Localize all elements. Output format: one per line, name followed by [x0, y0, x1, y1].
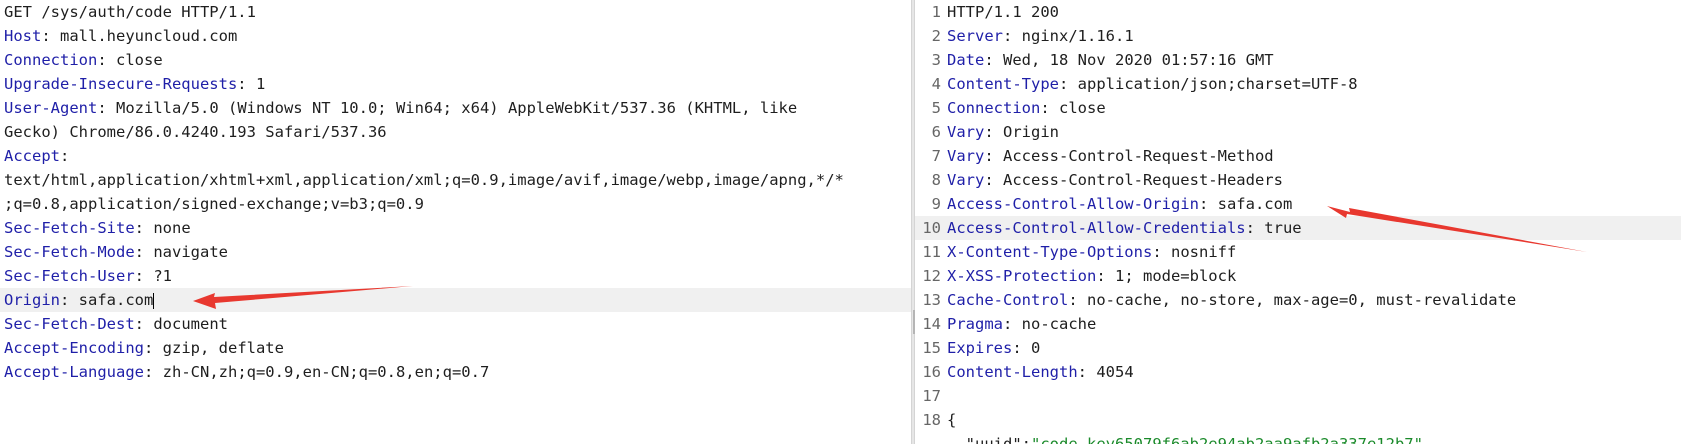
response-header-x-xss-protection: 12 X-XSS-Protection: 1; mode=block: [915, 264, 1681, 288]
response-body-partial: "uuid":"code-key65079f6ab2e94ab2aa9afb2a…: [947, 435, 1423, 444]
header-user-agent: User-Agent: Mozilla/5.0 (Windows NT 10.0…: [4, 99, 798, 117]
line-number: 13: [922, 291, 941, 309]
response-status-line: 1 HTTP/1.1 200: [915, 0, 1681, 24]
response-header-x-content-type-options: 11 X-Content-Type-Options: nosniff: [915, 240, 1681, 264]
header-origin: Origin: safa.com: [0, 288, 911, 312]
line-number: 8: [931, 171, 941, 189]
header-connection: Connection: close: [4, 51, 163, 69]
line-number: 10: [922, 219, 941, 237]
header-accept: Accept:: [4, 147, 70, 165]
response-header-cache-control: 13 Cache-Control: no-cache, no-store, max…: [915, 288, 1681, 312]
request-text[interactable]: GET /sys/auth/code HTTP/1.1 Host: mall.h…: [0, 0, 911, 384]
line-number: 4: [931, 75, 941, 93]
response-viewer[interactable]: 1 HTTP/1.1 200 2 Server: nginx/1.16.1 3 Dat…: [915, 0, 1681, 444]
line-number: 18: [922, 411, 941, 429]
header-accept-continued-2: ;q=0.8,application/signed-exchange;v=b3;…: [4, 195, 424, 213]
response-header-vary-origin: 6 Vary: Origin: [915, 120, 1681, 144]
header-sec-fetch-user: Sec-Fetch-User: ?1: [4, 267, 172, 285]
response-header-expires: 15 Expires: 0: [915, 336, 1681, 360]
line-number: 17: [922, 387, 941, 405]
response-header-pragma: 14 Pragma: no-cache: [915, 312, 1681, 336]
line-number: 16: [922, 363, 941, 381]
header-host: Host: mall.heyuncloud.com: [4, 27, 238, 45]
response-header-server: 2 Server: nginx/1.16.1: [915, 24, 1681, 48]
request-editor[interactable]: GET /sys/auth/code HTTP/1.1 Host: mall.h…: [0, 0, 911, 444]
response-header-acao: 9 Access-Control-Allow-Origin: safa.com: [915, 192, 1681, 216]
line-number: 2: [931, 27, 941, 45]
line-number: 3: [931, 51, 941, 69]
line-number: 11: [922, 243, 941, 261]
response-blank-line: 17: [915, 384, 1681, 408]
line-number: 9: [931, 195, 941, 213]
header-sec-fetch-mode: Sec-Fetch-Mode: navigate: [4, 243, 228, 261]
request-line: GET /sys/auth/code HTTP/1.1: [4, 3, 256, 21]
text-cursor: [153, 292, 155, 309]
response-body-open: 18{: [915, 408, 1681, 432]
line-number: 12: [922, 267, 941, 285]
header-sec-fetch-site: Sec-Fetch-Site: none: [4, 219, 191, 237]
line-number: 6: [931, 123, 941, 141]
response-text[interactable]: 1 HTTP/1.1 200 2 Server: nginx/1.16.1 3 Dat…: [915, 0, 1681, 444]
response-header-vary-method: 7 Vary: Access-Control-Request-Method: [915, 144, 1681, 168]
header-user-agent-continued: Gecko) Chrome/86.0.4240.193 Safari/537.3…: [4, 123, 387, 141]
header-sec-fetch-dest: Sec-Fetch-Dest: document: [4, 315, 228, 333]
header-accept-encoding: Accept-Encoding: gzip, deflate: [4, 339, 284, 357]
response-header-vary-headers: 8 Vary: Access-Control-Request-Headers: [915, 168, 1681, 192]
line-number: 7: [931, 147, 941, 165]
response-header-content-length: 16 Content-Length: 4054: [915, 360, 1681, 384]
response-header-content-type: 4 Content-Type: application/json;charset=…: [915, 72, 1681, 96]
response-header-acac: 10 Access-Control-Allow-Credentials: true: [915, 216, 1681, 240]
response-header-connection: 5 Connection: close: [915, 96, 1681, 120]
response-header-date: 3 Date: Wed, 18 Nov 2020 01:57:16 GMT: [915, 48, 1681, 72]
line-number: 14: [922, 315, 941, 333]
line-number: 5: [931, 99, 941, 117]
header-accept-continued-1: text/html,application/xhtml+xml,applicat…: [4, 171, 844, 189]
header-upgrade-insecure-requests: Upgrade-Insecure-Requests: 1: [4, 75, 266, 93]
line-number: 1: [931, 3, 941, 21]
line-number: 15: [922, 339, 941, 357]
header-accept-language: Accept-Language: zh-CN,zh;q=0.9,en-CN;q=…: [4, 363, 490, 381]
